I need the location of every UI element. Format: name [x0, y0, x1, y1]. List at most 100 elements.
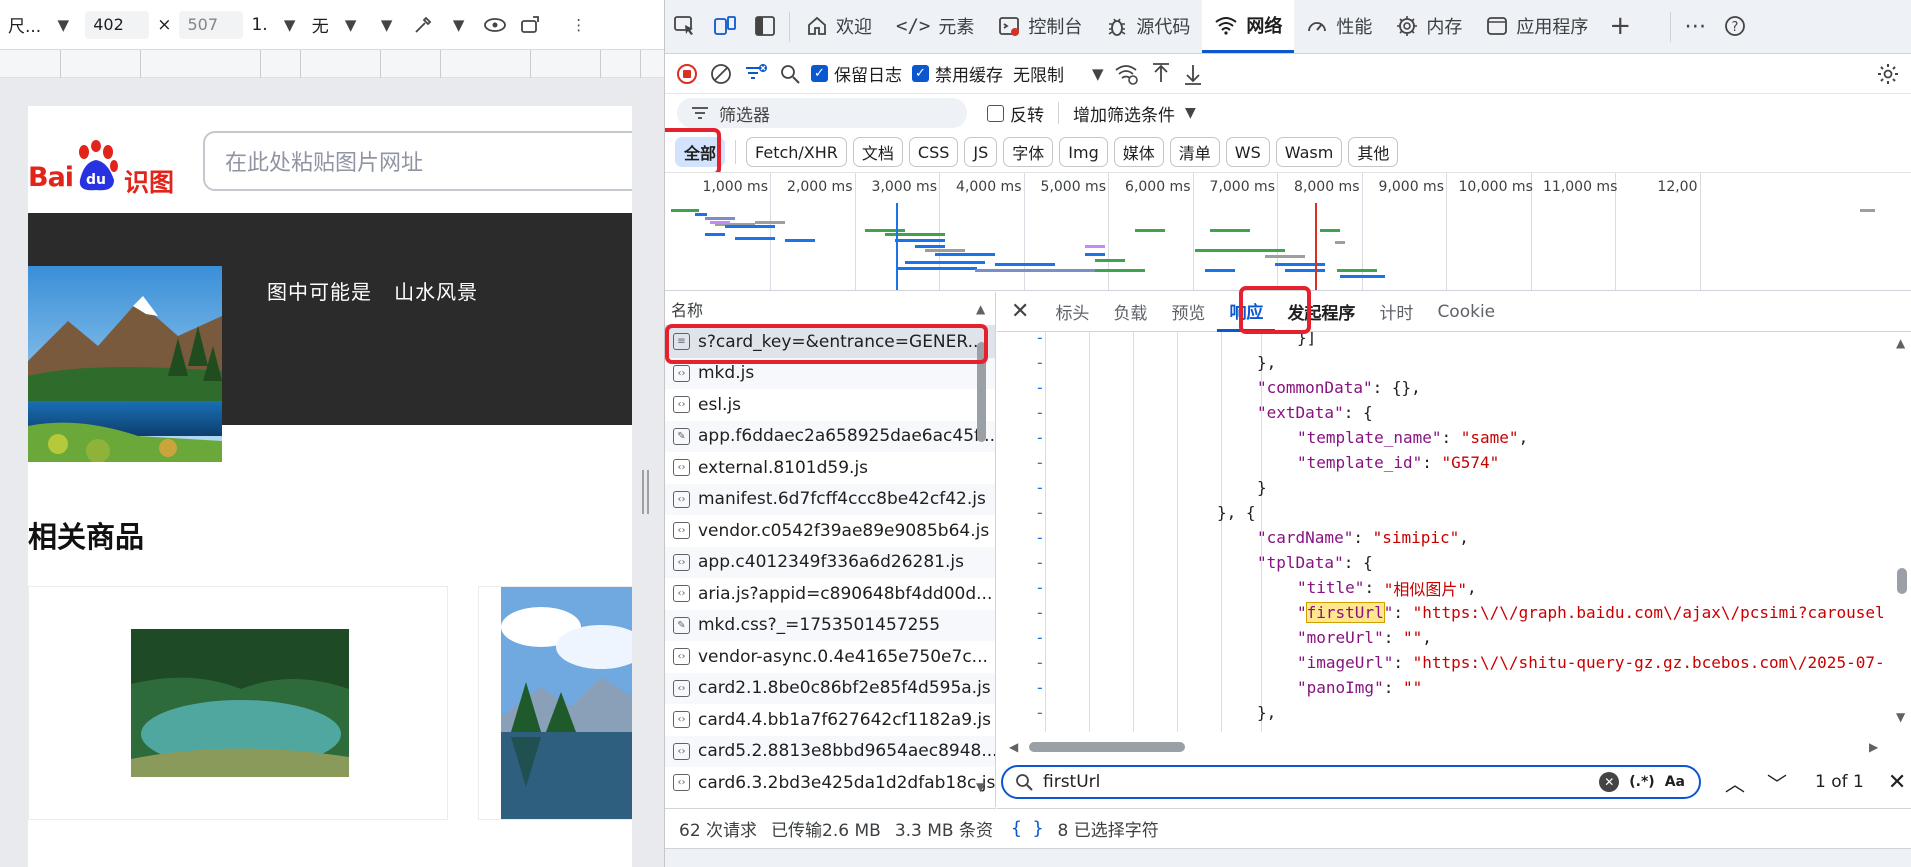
more-vertical-icon[interactable]: ⋮	[565, 11, 593, 39]
baidu-logo[interactable]: Bai du 识图	[28, 136, 178, 197]
tab-console[interactable]: 控制台	[986, 0, 1094, 53]
regex-toggle[interactable]: (.*)	[1629, 774, 1654, 790]
type-filter-doc[interactable]: 文档	[852, 137, 903, 167]
product-card[interactable]	[478, 586, 632, 820]
request-row[interactable]: ✎ mkd.css?_=1753501457255	[665, 609, 995, 641]
fold-gutter[interactable]: -	[1035, 353, 1045, 372]
invert-checkbox[interactable]: 反转	[987, 101, 1044, 126]
splitter-handle[interactable]	[640, 470, 650, 514]
fold-gutter[interactable]: -	[1035, 453, 1045, 472]
fold-gutter[interactable]: -	[1035, 553, 1045, 572]
height-input[interactable]	[179, 10, 244, 39]
request-row[interactable]: ‹› card4.4.bb1a7f627642cf1182a9.js	[665, 704, 995, 736]
fold-gutter[interactable]: -	[1035, 428, 1045, 447]
more-horizontal-icon[interactable]: ⋯	[1675, 0, 1715, 53]
column-header-name[interactable]: 名称 ▲	[665, 292, 995, 326]
inspect-element-icon[interactable]	[665, 0, 705, 53]
fold-gutter[interactable]: -	[1035, 628, 1045, 647]
request-row[interactable]: ‹› external.8101d59.js	[665, 452, 995, 484]
fold-gutter[interactable]: -	[1035, 578, 1045, 597]
previous-match-icon[interactable]: ︿	[1725, 768, 1745, 797]
type-filter-js[interactable]: JS	[964, 137, 998, 167]
width-input[interactable]	[85, 10, 150, 39]
response-code-viewer[interactable]: -}] -}, - "commonData": {}, - "extData": {- "t…	[997, 332, 1892, 732]
scroll-up-icon[interactable]: ▲	[976, 302, 985, 316]
type-filter-font[interactable]: 字体	[1003, 137, 1054, 167]
fold-gutter[interactable]: -	[1035, 332, 1045, 347]
fold-gutter[interactable]: -	[1035, 503, 1045, 522]
fold-gutter[interactable]: -	[1035, 528, 1045, 547]
fold-gutter[interactable]: -	[1035, 678, 1045, 697]
request-row[interactable]: ‹› app.c4012349f336a6d26281.js	[665, 546, 995, 578]
help-icon[interactable]: ?	[1715, 0, 1755, 53]
scroll-left-icon[interactable]: ◀	[1009, 740, 1018, 754]
scroll-down-icon[interactable]: ▼	[1896, 710, 1905, 724]
close-detail-icon[interactable]: ✕	[997, 292, 1043, 332]
record-stop-icon[interactable]	[675, 62, 699, 86]
export-har-icon[interactable]	[1182, 62, 1204, 86]
response-search-input[interactable]: firstUrl ✕ (.*) Aa	[1001, 765, 1701, 799]
filter-input[interactable]: 筛选器	[677, 98, 967, 128]
request-row[interactable]: ‹› vendor.c0542f39ae89e9085b64.js	[665, 515, 995, 547]
type-filter-css[interactable]: CSS	[908, 137, 959, 167]
horizontal-scrollbar[interactable]: ◀ ▶	[1009, 740, 1889, 754]
tab-cookies[interactable]: Cookie	[1425, 292, 1507, 332]
match-case-toggle[interactable]: Aa	[1665, 774, 1685, 790]
dock-sidebar-icon[interactable]	[745, 0, 785, 53]
request-row[interactable]: ‹› mkd.js	[665, 357, 995, 389]
type-filter-manifest[interactable]: 清单	[1169, 137, 1220, 167]
throttle-dropdown[interactable]: 无	[312, 12, 329, 37]
tab-headers[interactable]: 标头	[1043, 292, 1101, 332]
scroll-up-icon[interactable]: ▲	[1896, 336, 1905, 350]
add-tab-icon[interactable]: +	[1600, 0, 1640, 53]
tab-response[interactable]: 响应	[1217, 292, 1276, 332]
tab-welcome[interactable]: 欢迎	[794, 0, 884, 53]
tab-sources[interactable]: 源代码	[1094, 0, 1202, 53]
caret-down-icon[interactable]: ▼	[445, 11, 473, 39]
request-row[interactable]: ≡ s?card_key=&entrance=GENER...	[665, 326, 995, 358]
request-row[interactable]: ‹› manifest.6d7fcff4ccc8be42cf42.js	[665, 483, 995, 515]
caret-down-icon[interactable]: ▼	[49, 11, 77, 39]
eye-icon[interactable]	[481, 11, 509, 39]
vertical-scrollbar[interactable]: ▲ ▼	[1892, 332, 1910, 732]
throttling-select[interactable]: 无限制	[1013, 61, 1064, 86]
type-filter-ws[interactable]: WS	[1225, 137, 1270, 167]
caret-down-icon[interactable]: ▼	[276, 11, 304, 39]
filter-toggle-icon[interactable]	[743, 62, 769, 86]
caret-down-icon[interactable]: ▼	[1185, 105, 1196, 121]
preserve-log-checkbox[interactable]: ✓ 保留日志	[811, 61, 902, 86]
fold-gutter[interactable]: -	[1035, 378, 1045, 397]
eyedropper-icon[interactable]	[409, 11, 437, 39]
tab-application[interactable]: 应用程序	[1474, 0, 1600, 53]
type-filter-other[interactable]: 其他	[1348, 137, 1399, 167]
settings-gear-icon[interactable]	[1876, 62, 1900, 86]
request-list-scrollbar[interactable]	[977, 342, 986, 442]
caret-down-icon[interactable]: ▼	[373, 11, 401, 39]
request-row[interactable]: ‹› card6.3.2bd3e425da1d2dfab18c.js	[665, 767, 995, 799]
tab-preview[interactable]: 预览	[1159, 292, 1217, 332]
close-search-icon[interactable]: ✕	[1888, 770, 1906, 795]
tab-payload[interactable]: 负载	[1101, 292, 1159, 332]
search-icon[interactable]	[779, 63, 801, 85]
type-filter-media[interactable]: 媒体	[1113, 137, 1164, 167]
scroll-down-icon[interactable]: ▼	[976, 780, 985, 794]
caret-down-icon[interactable]: ▼	[337, 11, 365, 39]
next-match-icon[interactable]: ﹀	[1767, 768, 1787, 797]
fold-gutter[interactable]: -	[1035, 703, 1045, 722]
tab-performance[interactable]: 性能	[1294, 0, 1384, 53]
request-row[interactable]: ‹› card2.1.8be0c86bf2e85f4d595a.js	[665, 672, 995, 704]
image-url-input[interactable]: 在此处粘贴图片网址	[203, 131, 632, 191]
device-toggle-icon[interactable]	[705, 0, 745, 53]
clear-search-icon[interactable]: ✕	[1599, 772, 1620, 792]
product-card[interactable]	[28, 586, 448, 820]
vertical-scroll-thumb[interactable]	[1897, 568, 1907, 594]
tab-network[interactable]: 网络	[1202, 0, 1295, 53]
pretty-print-icon[interactable]: { }	[1011, 818, 1044, 839]
type-filter-img[interactable]: Img	[1059, 137, 1108, 167]
request-row[interactable]: ‹› vendor-async.0.4e4165e750e7c...	[665, 641, 995, 673]
fold-gutter[interactable]: -	[1035, 478, 1045, 497]
network-overview-timeline[interactable]: 1,000 ms 2,000 ms 3,000 ms 4,000 ms 5,000 ms…	[665, 172, 1911, 291]
import-har-icon[interactable]	[1150, 62, 1172, 86]
type-filter-fetch-xhr[interactable]: Fetch/XHR	[746, 137, 847, 167]
tab-elements[interactable]: </> 元素	[884, 0, 986, 53]
